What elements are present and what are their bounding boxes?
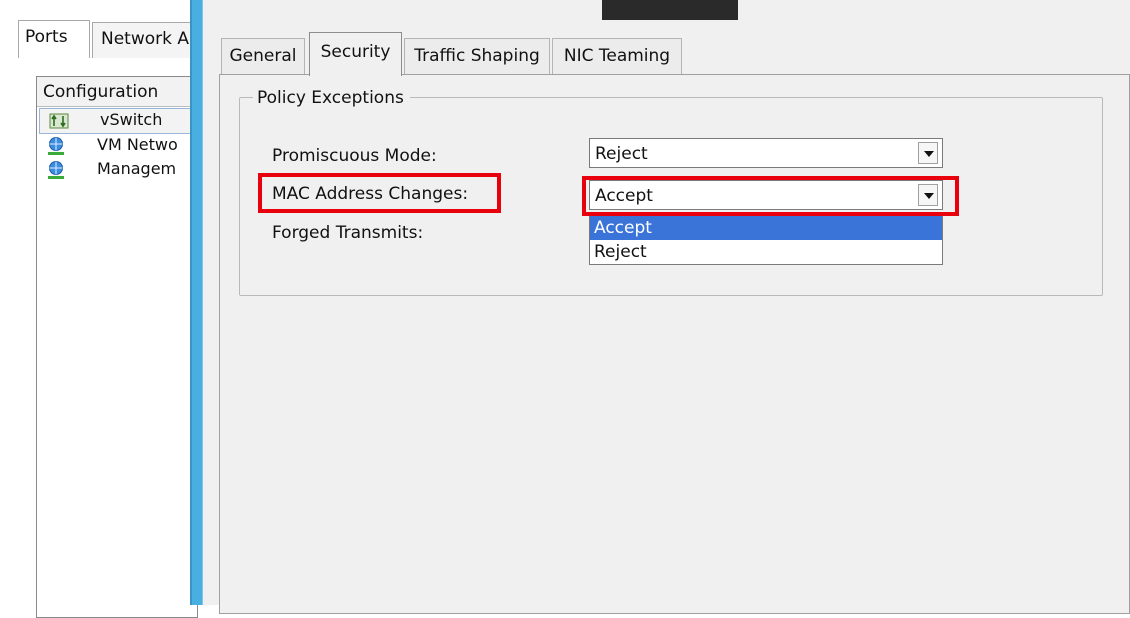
tab-traffic-shaping[interactable]: Traffic Shaping — [404, 38, 550, 74]
left-panel: Ports Network A Configuration vSwitch VM… — [0, 0, 198, 618]
forged-transmits-label: Forged Transmits: — [272, 223, 424, 243]
tab-general[interactable]: General — [221, 38, 305, 74]
switch-icon — [49, 113, 69, 129]
tab-nic-teaming[interactable]: NIC Teaming — [552, 38, 682, 74]
configuration-list: Configuration vSwitch VM Netwo Managem — [36, 76, 198, 618]
configuration-column-header[interactable]: Configuration — [37, 77, 197, 107]
network-globe-icon — [48, 161, 64, 179]
list-item-vm-network[interactable]: VM Netwo — [37, 134, 197, 158]
list-item-label: Managem — [97, 159, 177, 178]
promiscuous-mode-select[interactable]: Reject — [589, 138, 943, 168]
highlight-box-label — [258, 173, 501, 213]
dropdown-arrow-icon[interactable] — [918, 142, 938, 164]
select-value: Reject — [595, 144, 648, 164]
list-item-label: VM Netwo — [97, 135, 178, 154]
list-item-vswitch[interactable]: vSwitch — [39, 108, 195, 134]
tab-ports[interactable]: Ports — [18, 20, 90, 58]
list-item-label: vSwitch — [100, 110, 163, 129]
group-legend: Policy Exceptions — [253, 88, 410, 108]
tab-security[interactable]: Security — [309, 32, 402, 76]
window-edge-bar — [602, 0, 738, 20]
promiscuous-mode-label: Promiscuous Mode: — [272, 146, 437, 166]
panel-splitter[interactable] — [190, 0, 203, 605]
option-reject[interactable]: Reject — [590, 240, 942, 264]
option-accept[interactable]: Accept — [590, 216, 942, 240]
mac-address-changes-options: Accept Reject — [589, 215, 943, 265]
network-globe-icon — [48, 137, 64, 155]
list-item-management[interactable]: Managem — [37, 158, 197, 182]
tab-network-adapters[interactable]: Network A — [92, 22, 192, 58]
highlight-box-select — [582, 176, 959, 216]
